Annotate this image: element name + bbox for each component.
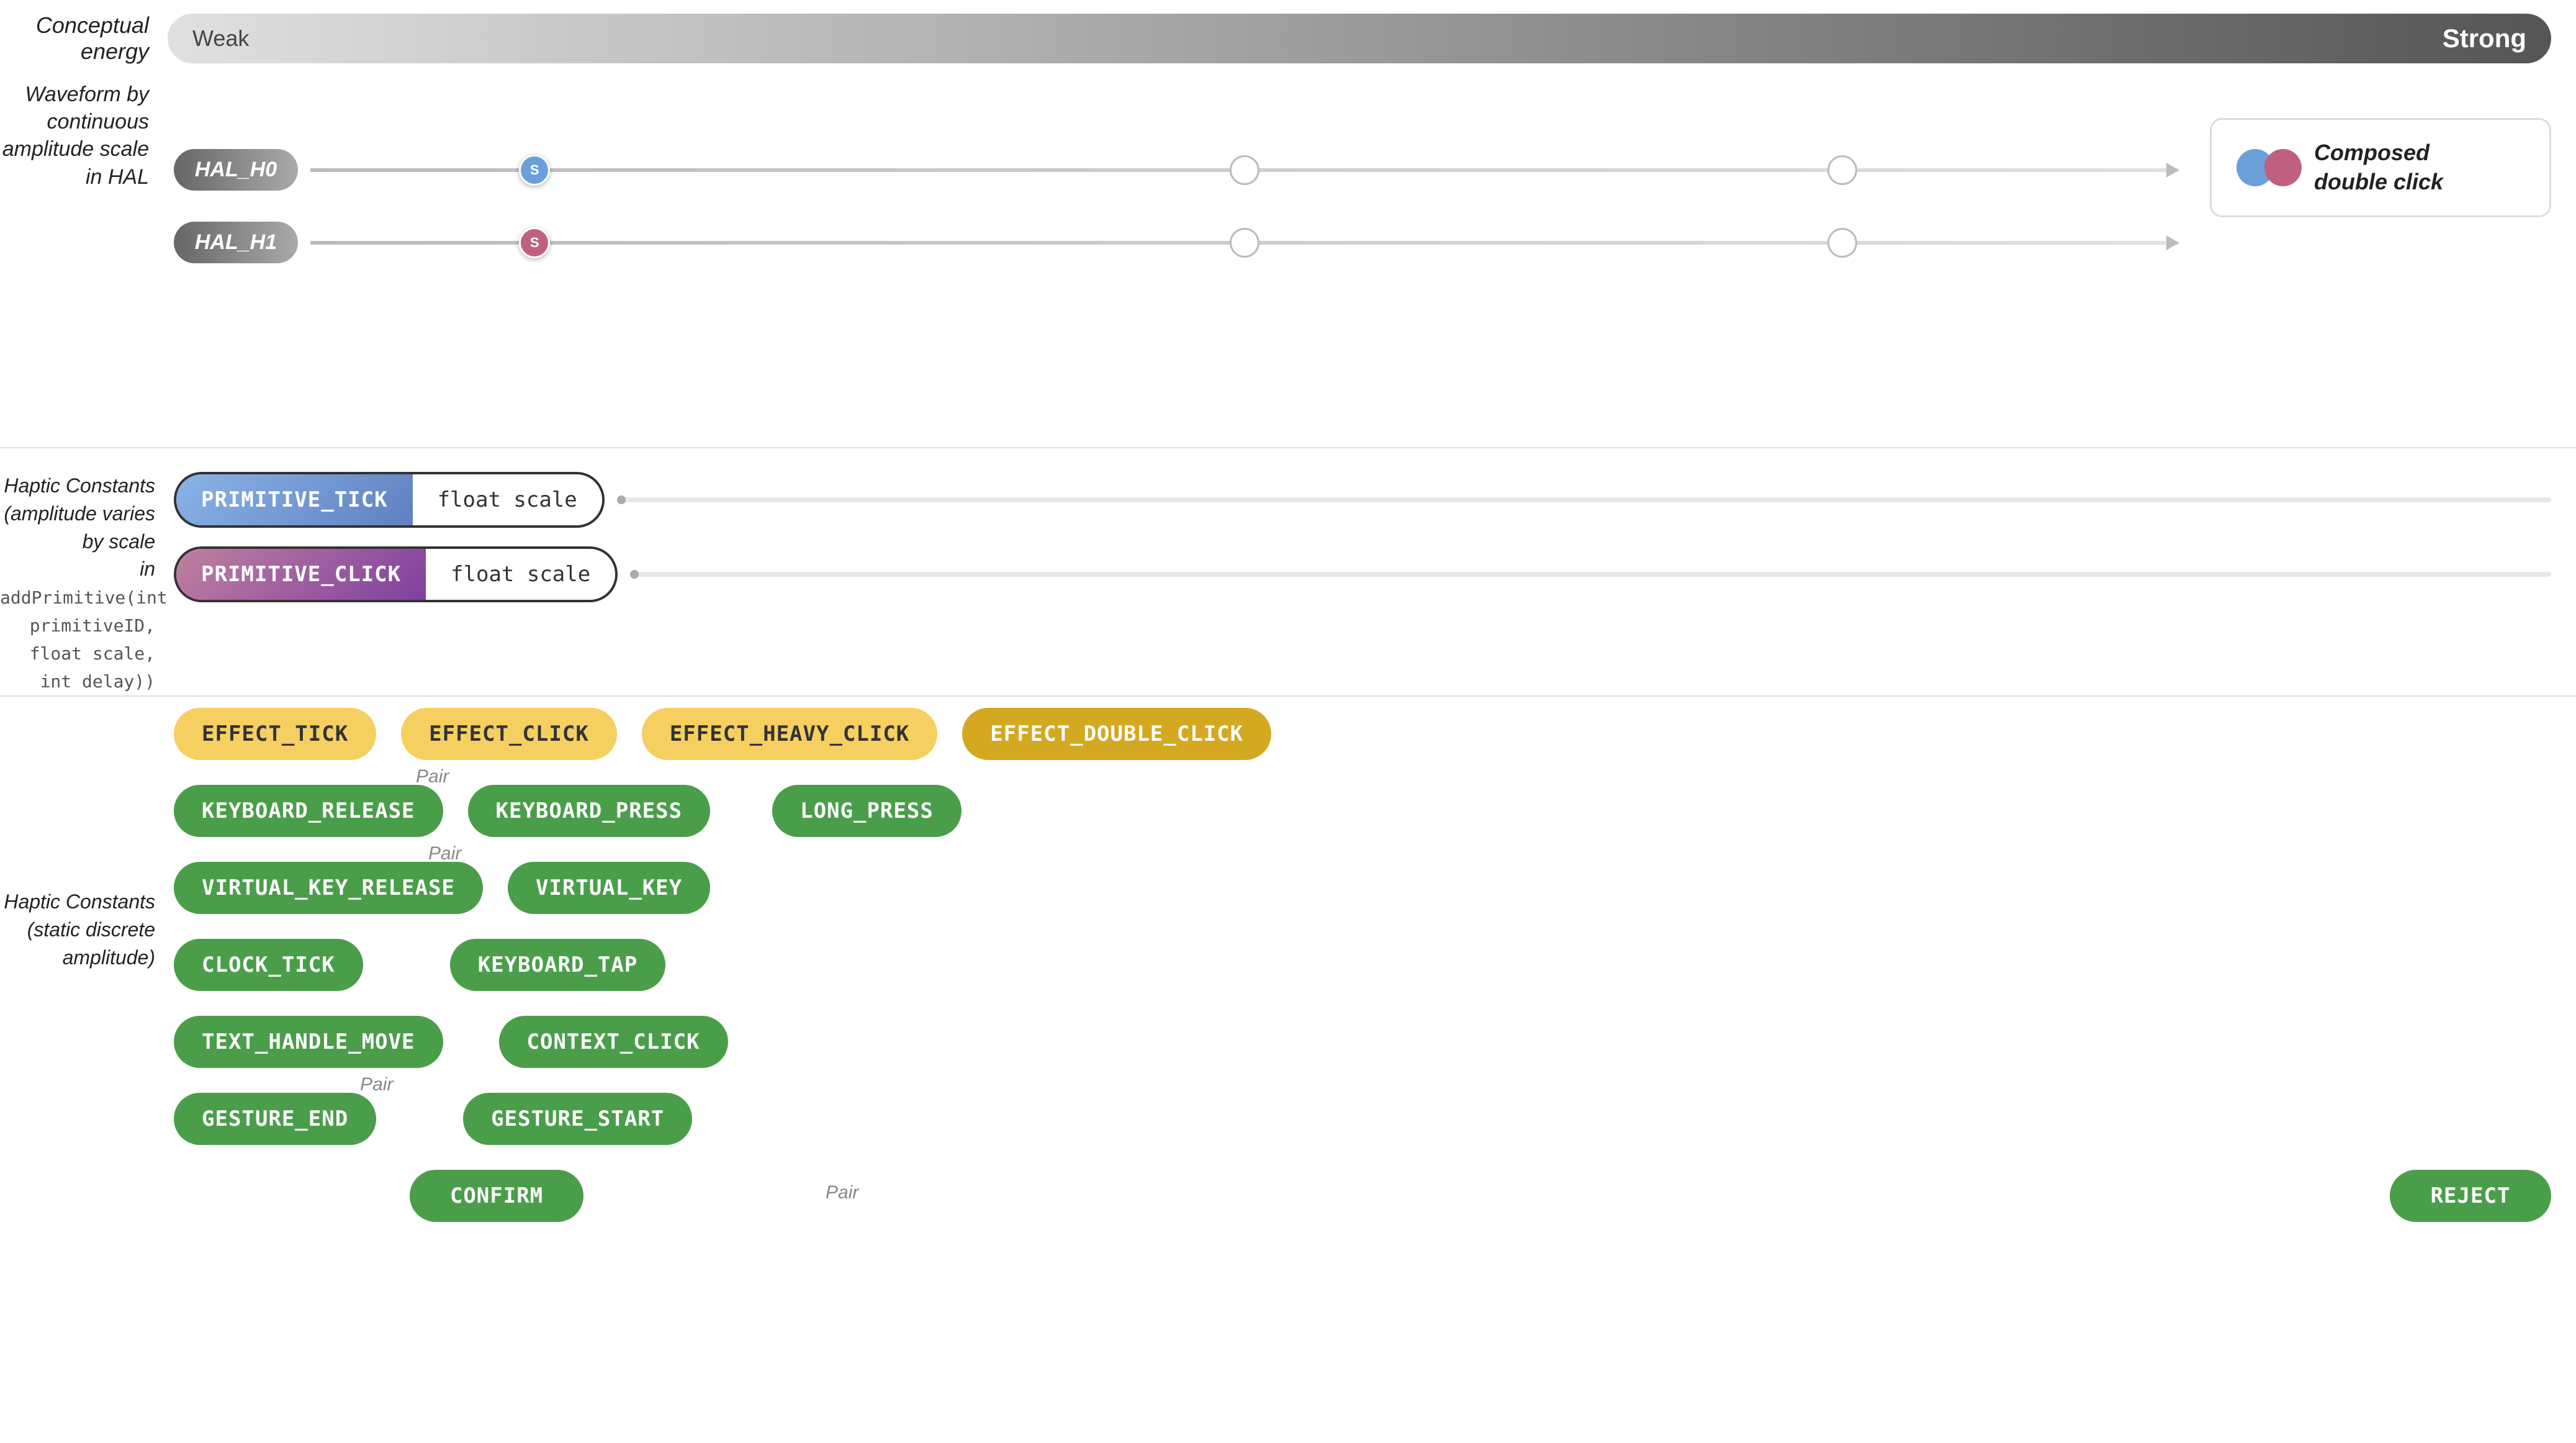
effect-click-pill[interactable]: EFFECT_CLICK — [401, 708, 617, 760]
pair-label-4: Pair — [826, 1182, 858, 1203]
pair-label-2: Pair — [428, 843, 461, 864]
effect-row-1: EFFECT_TICK EFFECT_CLICK EFFECT_HEAVY_CL… — [174, 708, 2551, 760]
primitive-tick-name: PRIMITIVE_TICK — [201, 487, 388, 512]
primitive-click-right: float scale — [426, 549, 615, 600]
pair-label-1: Pair — [416, 766, 449, 787]
waveform-label-section: Waveform by continuous amplitude scale i… — [0, 81, 168, 191]
primitives-label: Haptic Constants(amplitude varies by sca… — [0, 472, 155, 694]
long-press-pill[interactable]: LONG_PRESS — [772, 785, 961, 837]
keyboard-release-pill[interactable]: KEYBOARD_RELEASE — [174, 785, 443, 837]
hal-h0-label: HAL_H0 — [174, 149, 298, 191]
waveform-label: Waveform by continuous amplitude scale i… — [0, 81, 149, 191]
primitive-tick-right: float scale — [413, 474, 602, 525]
text-handle-move-pill[interactable]: TEXT_HANDLE_MOVE — [174, 1016, 443, 1068]
hal-h1-row: HAL_H1 S — [174, 222, 2551, 263]
energy-bar-container: Weak Strong — [168, 14, 2551, 63]
hal-h0-row: HAL_H0 S — [174, 149, 2551, 191]
primitive-click-pill[interactable]: PRIMITIVE_CLICK float scale — [174, 546, 618, 602]
composed-double-click-label: Composeddouble click — [2314, 138, 2443, 197]
effect-heavy-click-pill[interactable]: EFFECT_HEAVY_CLICK — [642, 708, 937, 760]
virtual-key-pill[interactable]: VIRTUAL_KEY — [508, 862, 710, 914]
haptic-constants-discrete-label: Haptic Constants(static discreteamplitud… — [0, 888, 168, 971]
effect-row-2: KEYBOARD_RELEASE Pair KEYBOARD_PRESS LON… — [174, 785, 2551, 837]
primitive-tick-pill[interactable]: PRIMITIVE_TICK float scale — [174, 472, 605, 528]
gesture-end-pill[interactable]: GESTURE_END — [174, 1093, 376, 1145]
reject-pill[interactable]: REJECT — [2390, 1170, 2551, 1222]
energy-weak-label: Weak — [192, 25, 249, 52]
hal-h1-s-label: S — [530, 235, 539, 251]
primitive-tick-indicator — [617, 495, 626, 504]
divider-2 — [0, 695, 2576, 697]
keyboard-press-pill[interactable]: KEYBOARD_PRESS — [468, 785, 711, 837]
effect-row-7: CONFIRM Pair REJECT — [174, 1170, 2551, 1222]
primitive-tick-param: float scale — [438, 487, 577, 512]
composed-double-click-box: Composeddouble click — [2210, 118, 2551, 217]
primitive-click-left: PRIMITIVE_CLICK — [176, 549, 426, 600]
context-click-pill[interactable]: CONTEXT_CLICK — [499, 1016, 728, 1068]
energy-strong-label: Strong — [2443, 24, 2526, 53]
hal-section: HAL_H0 S HAL_H1 S — [174, 124, 2551, 294]
hal-h0-track[interactable]: S — [310, 168, 2179, 172]
composed-circle-pink — [2264, 149, 2302, 186]
page: Conceptual energy Weak Strong Waveform b… — [0, 0, 2576, 1443]
primitive-click-param: float scale — [451, 562, 590, 587]
conceptual-energy-section: Conceptual energy Weak Strong — [0, 12, 2576, 65]
gesture-start-pill[interactable]: GESTURE_START — [463, 1093, 692, 1145]
haptic-constants-discrete-text: Haptic Constants(static discreteamplitud… — [4, 890, 155, 969]
primitive-click-row: PRIMITIVE_CLICK float scale — [174, 546, 2551, 602]
virtual-key-release-pill[interactable]: VIRTUAL_KEY_RELEASE — [174, 862, 483, 914]
add-primitive-code: addPrimitive(int primitiveID, float scal… — [0, 587, 168, 691]
hal-h1-label: HAL_H1 — [174, 222, 298, 263]
effect-row-6: GESTURE_END Pair GESTURE_START — [174, 1093, 2551, 1145]
hal-h0-dot-start[interactable]: S — [519, 155, 550, 186]
primitive-tick-track[interactable] — [617, 497, 2551, 502]
effects-grid: EFFECT_TICK EFFECT_CLICK EFFECT_HEAVY_CL… — [174, 708, 2551, 1247]
effect-double-click-pill[interactable]: EFFECT_DOUBLE_CLICK — [962, 708, 1271, 760]
primitive-tick-left: PRIMITIVE_TICK — [176, 474, 413, 525]
keyboard-tap-pill[interactable]: KEYBOARD_TAP — [450, 939, 666, 991]
effect-tick-pill[interactable]: EFFECT_TICK — [174, 708, 376, 760]
bottom-section: Haptic Constants(static discreteamplitud… — [0, 702, 2576, 1443]
hal-h1-track[interactable]: S — [310, 241, 2179, 245]
primitives-label-section: Haptic Constants(amplitude varies by sca… — [0, 472, 168, 694]
hal-h0-circle-mid[interactable] — [1230, 155, 1259, 185]
primitive-click-track[interactable] — [630, 572, 2551, 577]
primitive-tick-row: PRIMITIVE_TICK float scale — [174, 472, 2551, 528]
hal-h0-s-label: S — [530, 162, 539, 178]
hal-h0-circle-end[interactable] — [1827, 155, 1857, 185]
conceptual-energy-label: Conceptual energy — [0, 12, 168, 65]
primitives-section: PRIMITIVE_TICK float scale PRIMITIVE_CLI… — [174, 472, 2551, 621]
hal-h1-dot-start[interactable]: S — [519, 227, 550, 258]
effect-row-4: CLOCK_TICK KEYBOARD_TAP — [174, 939, 2551, 991]
effect-row-3: VIRTUAL_KEY_RELEASE Pair VIRTUAL_KEY — [174, 862, 2551, 914]
confirm-pill[interactable]: CONFIRM — [410, 1170, 583, 1222]
pair-label-3: Pair — [360, 1074, 393, 1095]
energy-bar: Weak Strong — [168, 14, 2551, 63]
clock-tick-pill[interactable]: CLOCK_TICK — [174, 939, 363, 991]
divider-1 — [0, 447, 2576, 448]
primitive-click-name: PRIMITIVE_CLICK — [201, 562, 401, 587]
hal-h1-circle-end[interactable] — [1827, 228, 1857, 258]
effect-row-5: TEXT_HANDLE_MOVE CONTEXT_CLICK — [174, 1016, 2551, 1068]
primitive-click-indicator — [630, 570, 639, 579]
hal-h1-circle-mid[interactable] — [1230, 228, 1259, 258]
composed-circles — [2236, 149, 2302, 186]
